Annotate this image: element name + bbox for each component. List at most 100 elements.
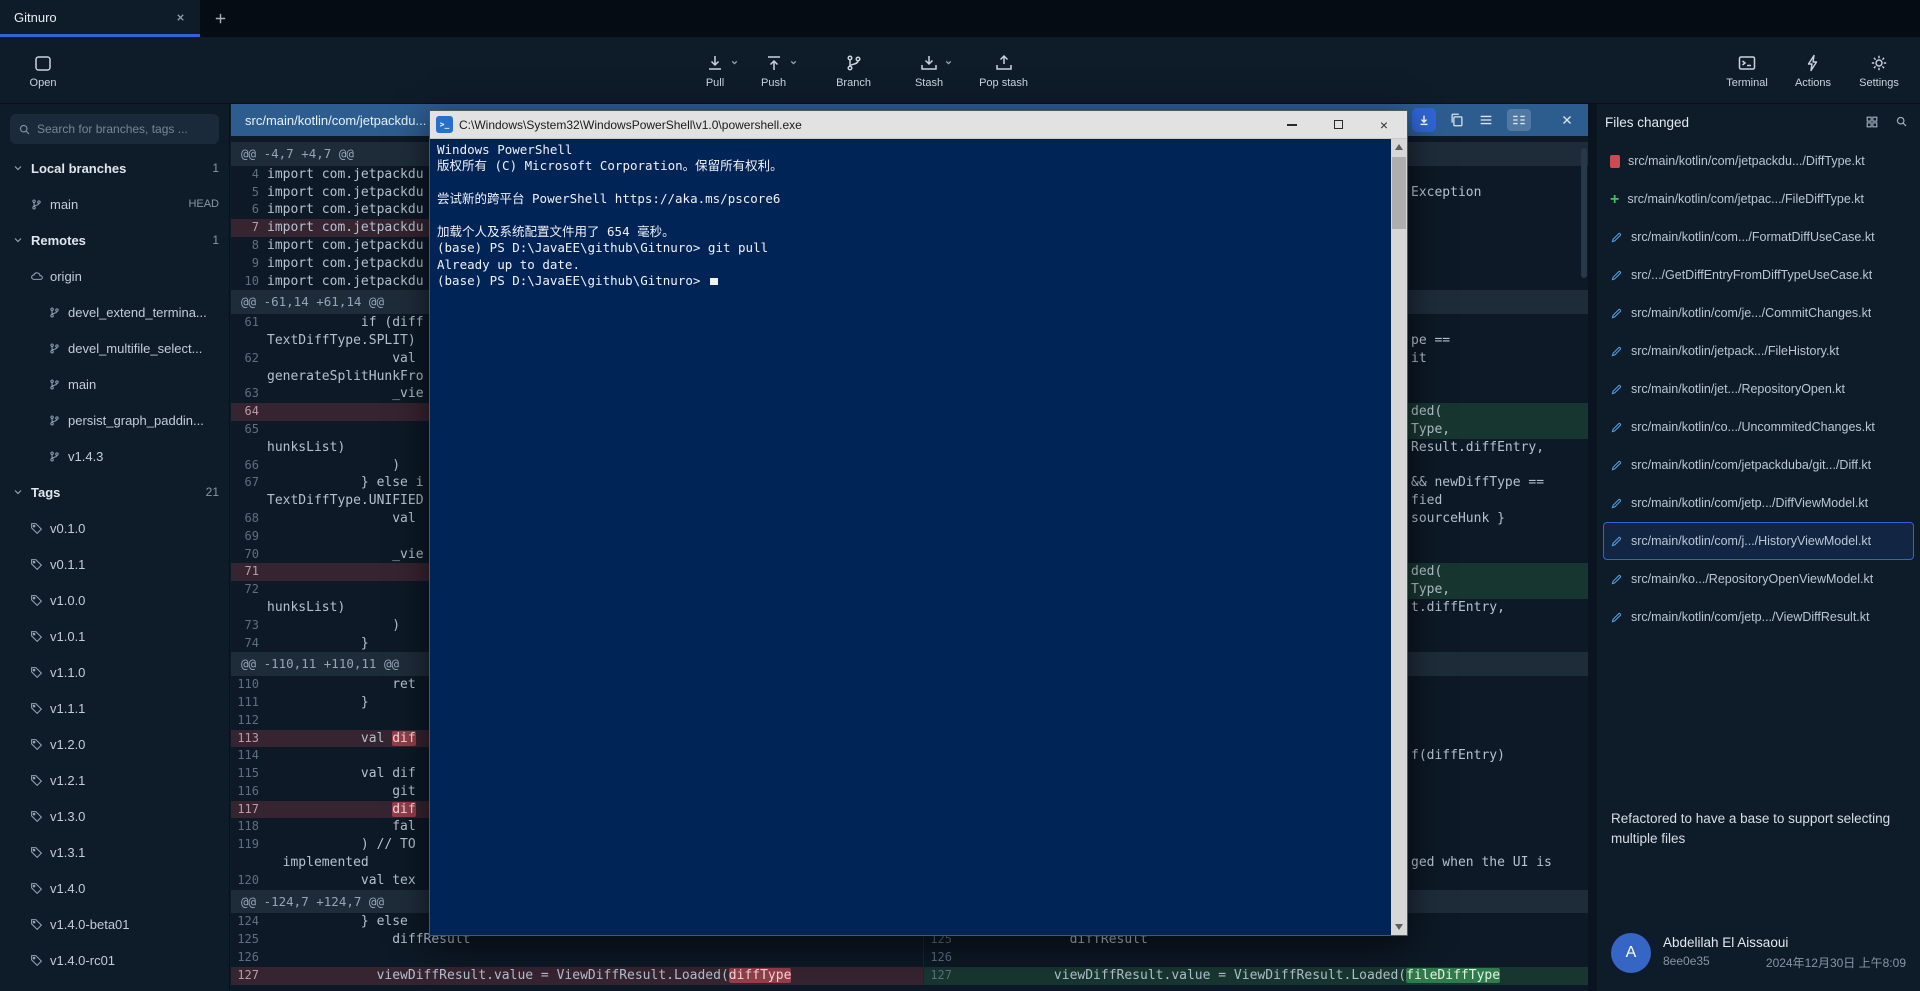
item-label: v1.4.0-beta01: [50, 917, 130, 932]
code-fragment: sourceHunk }: [1411, 510, 1505, 528]
code-text: } else: [267, 913, 408, 931]
close-button[interactable]: ×: [1361, 111, 1407, 138]
sidebar: Local branches1mainHEADRemotes1origindev…: [0, 104, 230, 991]
branch-icon: [48, 414, 61, 427]
multi-select-icon[interactable]: [1865, 115, 1879, 129]
sidebar-section-remotes[interactable]: Remotes1: [0, 222, 229, 258]
stage-file-button[interactable]: [1412, 108, 1436, 132]
file-item[interactable]: src/.../GetDiffEntryFromDiffTypeUseCase.…: [1603, 256, 1914, 294]
line-number: 116: [231, 783, 267, 801]
terminal-line: (base) PS D:\JavaEE\github\Gitnuro>: [437, 273, 1387, 289]
sidebar-item-v1.4.0-rc01[interactable]: v1.4.0-rc01: [0, 942, 229, 978]
close-diff-icon[interactable]: [1560, 113, 1574, 127]
section-label: Local branches: [31, 161, 126, 176]
commit-author-block: A Abdelilah El Aissaoui 8ee0e35 2024年12月…: [1597, 933, 1920, 991]
powershell-titlebar[interactable]: >_ C:\Windows\System32\WindowsPowerShell…: [430, 111, 1407, 139]
item-label: v1.1.1: [50, 701, 85, 716]
pull-label: Pull: [706, 77, 724, 89]
scroll-down-icon[interactable]: [1391, 919, 1407, 935]
code-fragment: Result.diffEntry,: [1411, 439, 1544, 457]
diff-header-actions: [1412, 104, 1574, 136]
line-number: 69: [231, 528, 267, 546]
sidebar-section-local-branches[interactable]: Local branches1: [0, 150, 229, 186]
line-number: 127: [924, 967, 960, 985]
terminal-line: 版权所有 (C) Microsoft Corporation。保留所有权利。: [437, 158, 1387, 174]
push-button[interactable]: Push: [761, 45, 786, 97]
file-item[interactable]: src/main/kotlin/jet.../RepositoryOpen.kt: [1603, 370, 1914, 408]
code-text: import com.jetpackdu: [267, 201, 424, 219]
sidebar-item-v1.4.0-beta01[interactable]: v1.4.0-beta01: [0, 906, 229, 942]
sidebar-item-v1.1.1[interactable]: v1.1.1: [0, 690, 229, 726]
code-text: viewDiffResult.value = ViewDiffResult.Lo…: [960, 967, 1500, 985]
pull-dropdown-icon[interactable]: [730, 58, 739, 67]
sidebar-item-persist-graph-paddin...[interactable]: persist_graph_paddin...: [0, 402, 229, 438]
file-item[interactable]: src/main/kotlin/com/j.../HistoryViewMode…: [1603, 522, 1914, 560]
terminal-button[interactable]: Terminal: [1718, 45, 1776, 97]
panel-divider[interactable]: [1588, 104, 1597, 991]
file-item[interactable]: src/main/kotlin/com/jetp.../DiffViewMode…: [1603, 484, 1914, 522]
sidebar-item-main[interactable]: mainHEAD: [0, 186, 229, 222]
pull-button[interactable]: Pull: [705, 45, 725, 97]
item-label: main: [68, 377, 96, 392]
modified-icon: [1610, 307, 1623, 320]
file-item[interactable]: src/main/kotlin/jetpack.../FileHistory.k…: [1603, 332, 1914, 370]
settings-button[interactable]: Settings: [1850, 45, 1908, 97]
pop-stash-button[interactable]: Pop stash: [979, 45, 1028, 97]
copy-icon[interactable]: [1449, 112, 1465, 128]
files-search-icon[interactable]: [1895, 115, 1908, 129]
powershell-window[interactable]: >_ C:\Windows\System32\WindowsPowerShell…: [429, 110, 1408, 936]
sidebar-item-v1.0.1[interactable]: v1.0.1: [0, 618, 229, 654]
modified-icon: [1610, 269, 1623, 282]
tab-gitnuro[interactable]: Gitnuro: [0, 0, 200, 37]
diff-scrollbar-thumb[interactable]: [1581, 148, 1587, 278]
sidebar-section-tags[interactable]: Tags21: [0, 474, 229, 510]
file-item[interactable]: src/main/kotlin/co.../UncommitedChanges.…: [1603, 408, 1914, 446]
sidebar-item-main[interactable]: main: [0, 366, 229, 402]
file-path: src/main/kotlin/com/jetpac.../FileDiffTy…: [1627, 192, 1864, 206]
actions-button[interactable]: Actions: [1784, 45, 1842, 97]
section-count: 1: [212, 233, 219, 247]
sidebar-item-v1.3.1[interactable]: v1.3.1: [0, 834, 229, 870]
sidebar-item-devel-extend-termina...[interactable]: devel_extend_termina...: [0, 294, 229, 330]
open-button[interactable]: Open: [16, 45, 70, 97]
settings-label: Settings: [1859, 77, 1899, 89]
stash-button[interactable]: Stash: [915, 45, 943, 97]
scroll-up-icon[interactable]: [1391, 139, 1407, 155]
file-item[interactable]: src/main/kotlin/com/je.../CommitChanges.…: [1603, 294, 1914, 332]
sidebar-item-v1.2.0[interactable]: v1.2.0: [0, 726, 229, 762]
file-item[interactable]: src/main/kotlin/com/jetp.../ViewDiffResu…: [1603, 598, 1914, 636]
unified-view-icon[interactable]: [1478, 112, 1494, 128]
branch-search-box[interactable]: [10, 114, 219, 144]
split-view-icon[interactable]: [1507, 109, 1531, 131]
sidebar-item-origin[interactable]: origin: [0, 258, 229, 294]
sidebar-item-v1.3.0[interactable]: v1.3.0: [0, 798, 229, 834]
file-item[interactable]: src/main/kotlin/com/jetpackdu.../DiffTyp…: [1603, 142, 1914, 180]
sidebar-item-v1.4.0[interactable]: v1.4.0: [0, 870, 229, 906]
maximize-button[interactable]: [1315, 111, 1361, 138]
code-text: import com.jetpackdu: [267, 184, 424, 202]
push-dropdown-icon[interactable]: [789, 58, 798, 67]
sidebar-item-v1.4.3[interactable]: v1.4.3: [0, 438, 229, 474]
sidebar-item-v0.1.1[interactable]: v0.1.1: [0, 546, 229, 582]
new-tab-button[interactable]: [200, 0, 240, 37]
powershell-icon: >_: [436, 116, 453, 133]
branch-button[interactable]: Branch: [836, 45, 871, 97]
file-item[interactable]: +src/main/kotlin/com/jetpac.../FileDiffT…: [1603, 180, 1914, 218]
search-input[interactable]: [37, 122, 211, 136]
sidebar-item-devel-multifile-select...[interactable]: devel_multifile_select...: [0, 330, 229, 366]
sidebar-item-v0.1.0[interactable]: v0.1.0: [0, 510, 229, 546]
terminal-output[interactable]: Windows PowerShell版权所有 (C) Microsoft Cor…: [430, 139, 1407, 935]
branch-icon: [844, 53, 864, 73]
scrollbar-thumb[interactable]: [1392, 157, 1406, 229]
file-item[interactable]: src/main/kotlin/com.../FormatDiffUseCase…: [1603, 218, 1914, 256]
close-tab-icon[interactable]: [175, 12, 186, 23]
minimize-button[interactable]: [1269, 111, 1315, 138]
powershell-title: C:\Windows\System32\WindowsPowerShell\v1…: [459, 118, 802, 132]
file-item[interactable]: src/main/ko.../RepositoryOpenViewModel.k…: [1603, 560, 1914, 598]
sidebar-item-v1.1.0[interactable]: v1.1.0: [0, 654, 229, 690]
file-item[interactable]: src/main/kotlin/com/jetpackduba/git.../D…: [1603, 446, 1914, 484]
sidebar-item-v1.2.1[interactable]: v1.2.1: [0, 762, 229, 798]
stash-dropdown-icon[interactable]: [944, 58, 953, 67]
terminal-scrollbar[interactable]: [1391, 139, 1407, 935]
sidebar-item-v1.0.0[interactable]: v1.0.0: [0, 582, 229, 618]
